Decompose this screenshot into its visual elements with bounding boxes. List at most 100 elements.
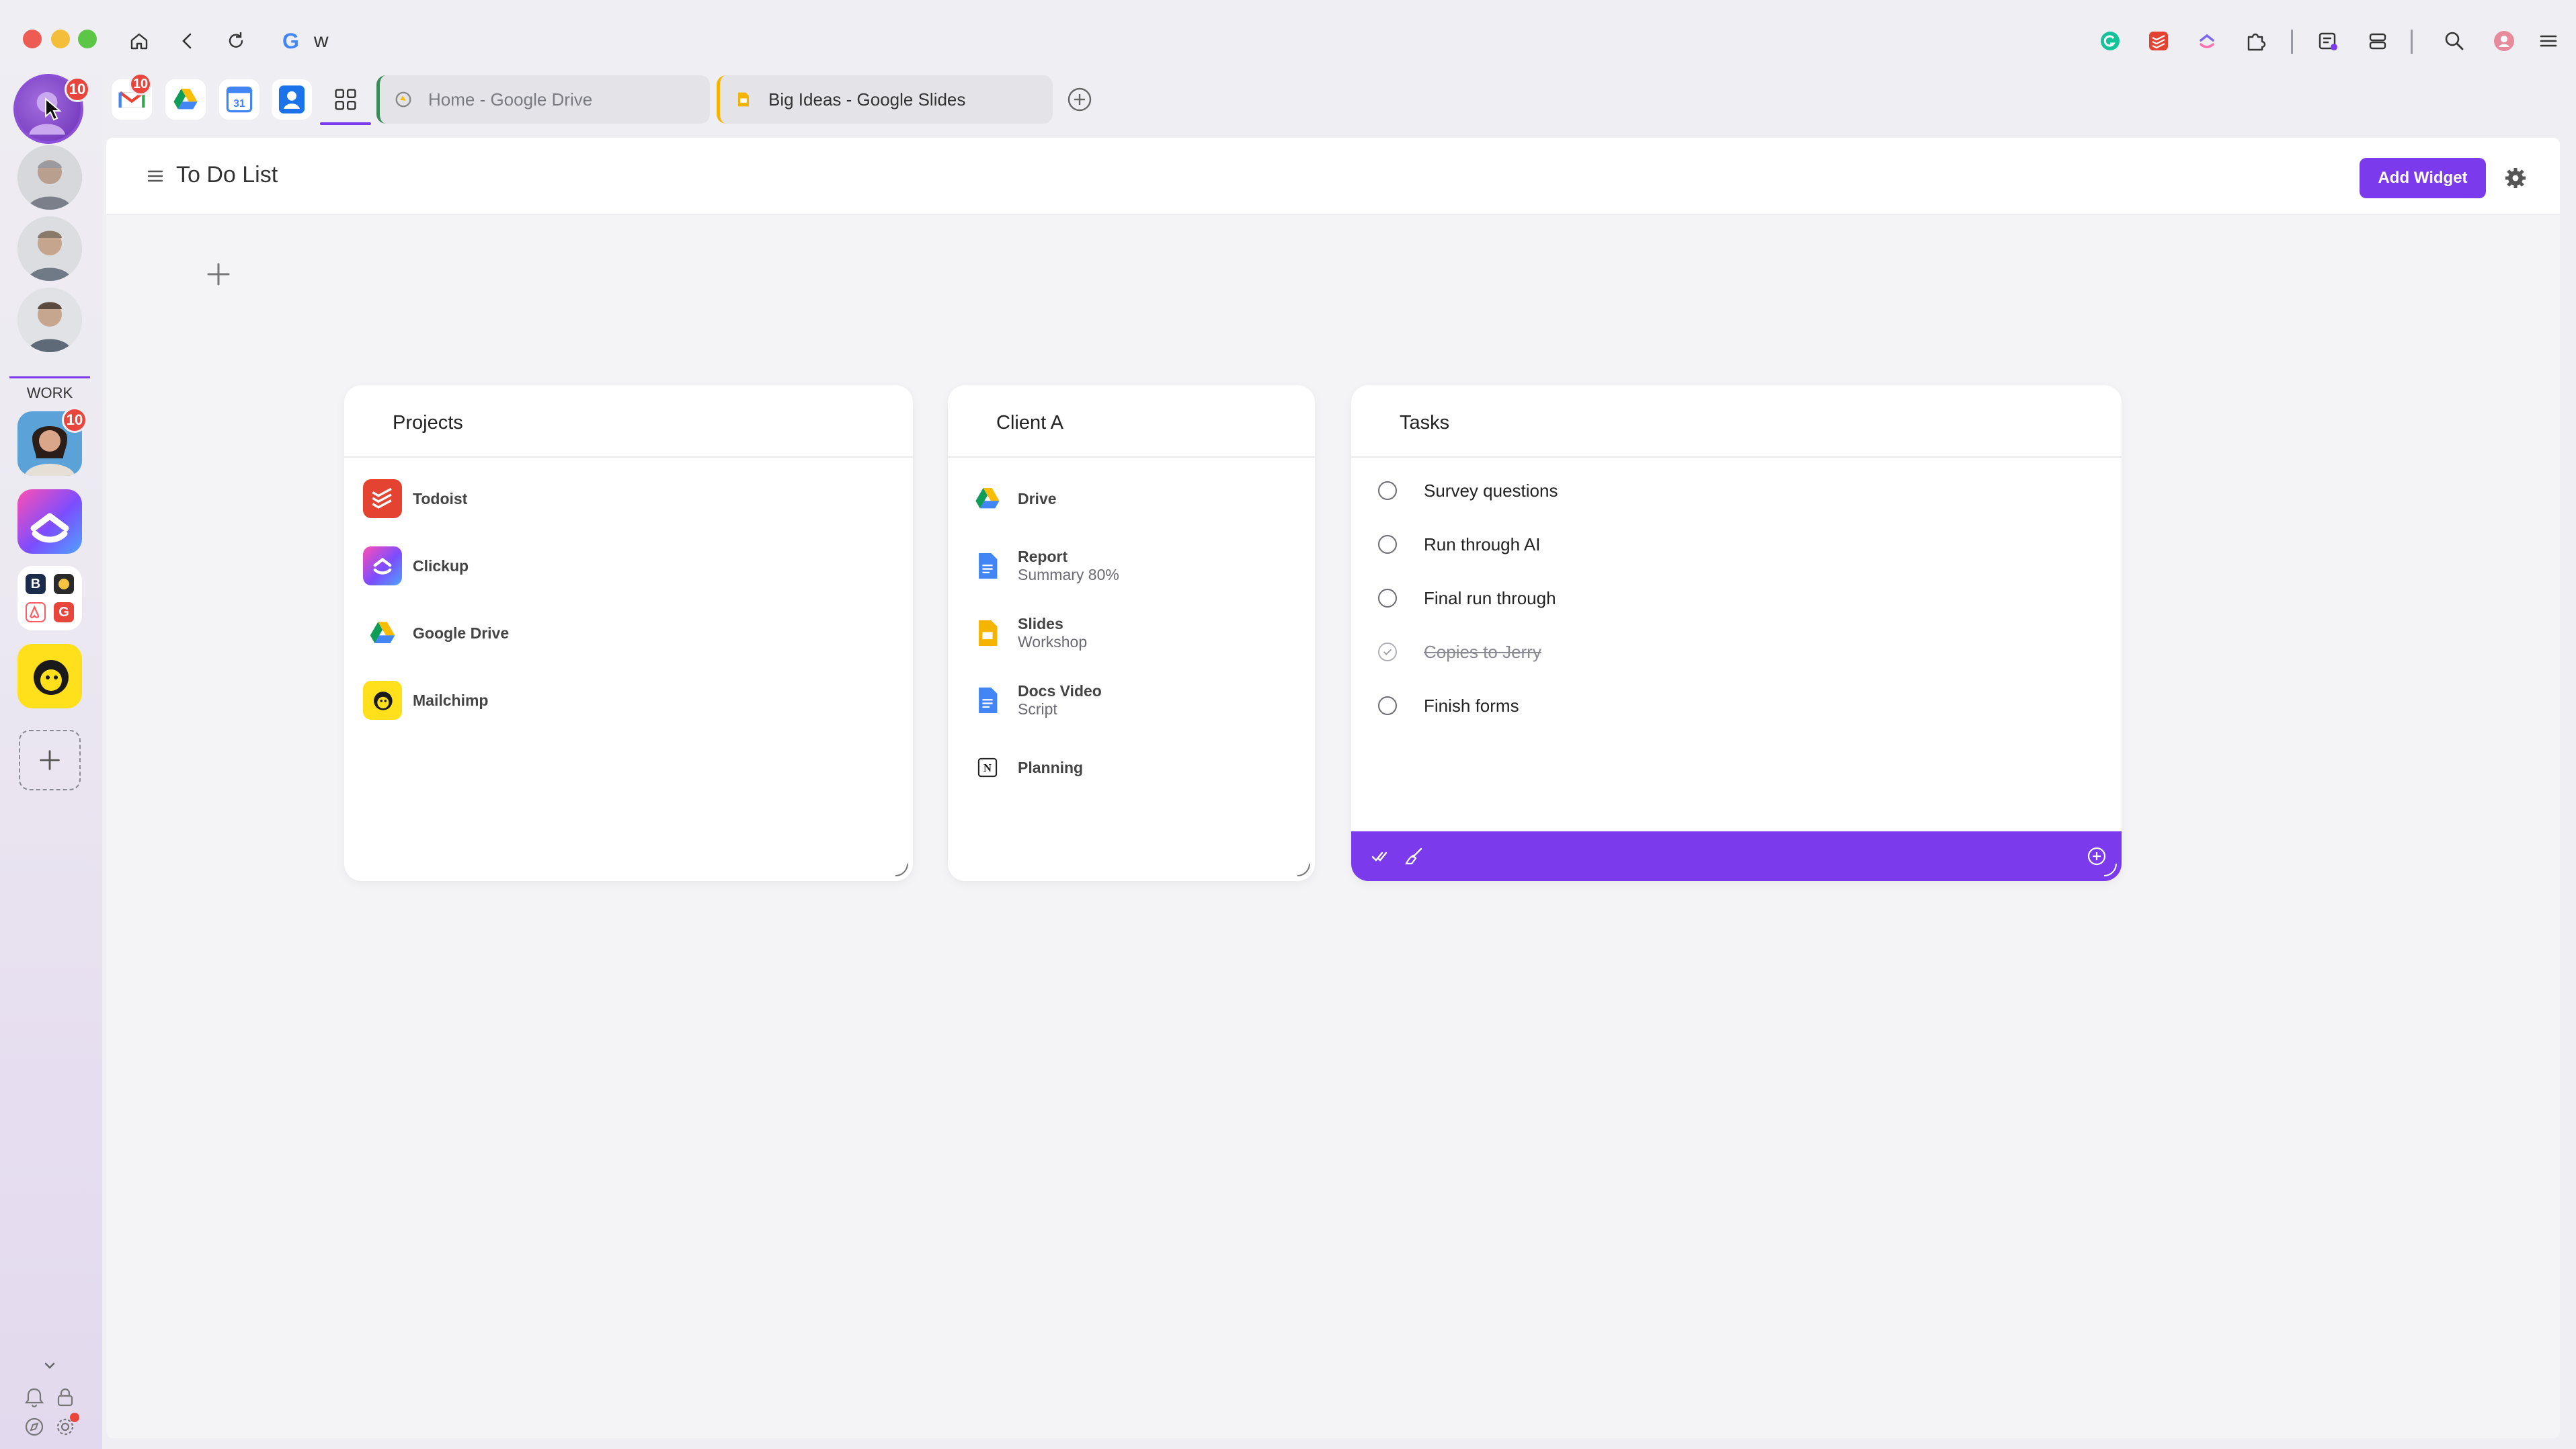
lock-icon[interactable] [54,1386,77,1409]
chevron-down-icon[interactable] [40,1356,59,1375]
divider [948,456,1315,458]
google-drive-icon[interactable] [165,79,206,120]
widget-title: Client A [996,412,1063,433]
projects-widget: Projects Todoist Clickup Google Drive Ma… [344,385,913,881]
contact-avatar-3[interactable] [17,288,82,352]
list-item-planning[interactable]: N Planning [968,747,1083,788]
svg-text:31: 31 [233,98,245,110]
add-workspace-button[interactable] [19,730,81,790]
notion-icon: N [968,748,1007,787]
resize-handle-icon[interactable] [1295,861,1311,877]
tasks-widget: Tasks Survey questions Run through AI Fi… [1351,385,2122,881]
client-a-widget: Client A Drive Report Summary 80% Slides W… [948,385,1315,881]
list-item-docs-video[interactable]: Docs Video Script [968,679,1102,721]
booking-icon: B [26,574,46,594]
divider [1351,456,2122,458]
work-notification-badge: 10 [62,407,87,433]
task-checkbox-checked[interactable] [1378,643,1397,661]
task-checkbox[interactable] [1378,589,1397,608]
reload-button[interactable] [220,26,251,56]
add-widget-button[interactable]: Add Widget [2360,158,2486,198]
settings-alert-dot [70,1413,79,1422]
user-account-icon[interactable] [2490,27,2518,55]
list-item-google-drive[interactable]: Google Drive [363,612,509,654]
maximize-window-button[interactable] [78,30,97,48]
new-tab-button[interactable] [1066,86,1093,113]
list-item-todoist[interactable]: Todoist [363,478,467,520]
home-button[interactable] [124,26,155,56]
plus-icon [40,750,60,770]
apps-folder-icon[interactable]: B G [17,566,82,630]
address-bar[interactable]: G w [282,26,329,56]
compass-icon[interactable] [23,1415,46,1438]
storage-icon[interactable] [2364,27,2392,55]
list-item-drive[interactable]: Drive [968,478,1057,520]
minimize-window-button[interactable] [51,30,70,48]
google-slides-favicon [733,89,754,110]
resize-handle-icon[interactable] [2101,861,2118,877]
google-g-icon: G [282,28,299,53]
apps-grid-icon[interactable] [325,79,366,120]
settings-gear-icon[interactable] [2503,166,2528,190]
airbnb-icon [26,602,46,622]
toolbar-divider [2291,30,2293,54]
list-item-report[interactable]: Report Summary 80% [968,545,1119,587]
todoist-extension-icon[interactable] [2144,27,2173,55]
list-item-clickup[interactable]: Clickup [363,545,469,587]
menu-icon[interactable] [2534,27,2563,55]
plus-icon [207,263,230,286]
reload-icon [229,32,243,48]
google-docs-icon [968,681,1007,720]
contact-avatar-2[interactable] [17,216,82,281]
clear-broom-icon[interactable] [1402,846,1425,866]
task-checkbox[interactable] [1378,481,1397,500]
back-arrow-icon [182,33,192,49]
reading-list-icon[interactable] [2314,27,2342,55]
todoist-icon [363,479,402,518]
google-drive-icon [968,479,1007,518]
gmail-badge: 10 [129,73,152,95]
plus-circle-icon [1068,87,1092,112]
search-icon[interactable] [2440,27,2468,55]
list-item-mailchimp[interactable]: Mailchimp [363,679,488,721]
tasks-toolbar [1351,831,2122,881]
tab-label: Big Ideas - Google Slides [768,89,966,110]
google-slides-icon [968,614,1007,653]
toolbar-divider-2 [2411,30,2413,54]
tab-google-slides[interactable]: Big Ideas - Google Slides [717,75,1053,124]
clickup-workspace-icon[interactable] [17,489,82,554]
clickup-extension-icon[interactable] [2193,27,2221,55]
task-item[interactable]: Final run through [1378,581,1556,615]
bell-icon[interactable] [23,1386,46,1409]
task-item[interactable]: Run through AI [1378,528,1540,561]
resize-handle-icon[interactable] [893,861,909,877]
home-icon [130,33,148,50]
task-checkbox[interactable] [1378,535,1397,554]
grammarly-icon[interactable] [2096,27,2124,55]
task-item[interactable]: Survey questions [1378,474,1558,507]
task-item[interactable]: Finish forms [1378,689,1519,722]
list-item-slides[interactable]: Slides Workshop [968,612,1087,654]
contacts-icon[interactable] [272,79,312,120]
back-button[interactable] [172,26,203,56]
hamburger-menu-icon[interactable] [145,166,165,186]
workspace-section-label: WORK [26,384,73,401]
add-column-button[interactable] [204,260,233,288]
sidebar-divider [9,376,90,378]
check-all-icon[interactable] [1370,846,1390,866]
main-panel: To Do List Add Widget Projects Todoist C… [106,138,2560,1438]
google-calendar-icon[interactable]: 31 [219,79,259,120]
close-window-button[interactable] [23,30,42,48]
widget-title: Tasks [1400,412,1450,433]
mailchimp-icon [363,681,402,720]
task-checkbox[interactable] [1378,696,1397,715]
task-item-completed[interactable]: Copies to Jerry [1378,635,1541,669]
contact-avatar-1[interactable] [17,145,82,210]
profile-notification-badge: 10 [65,77,90,102]
svg-text:N: N [983,761,992,774]
divider [344,456,913,458]
tab-google-drive[interactable]: Home - Google Drive [376,75,710,124]
mailchimp-workspace-icon[interactable] [17,644,82,708]
page-header: To Do List Add Widget [106,138,2560,215]
puzzle-extensions-icon[interactable] [2241,27,2269,55]
